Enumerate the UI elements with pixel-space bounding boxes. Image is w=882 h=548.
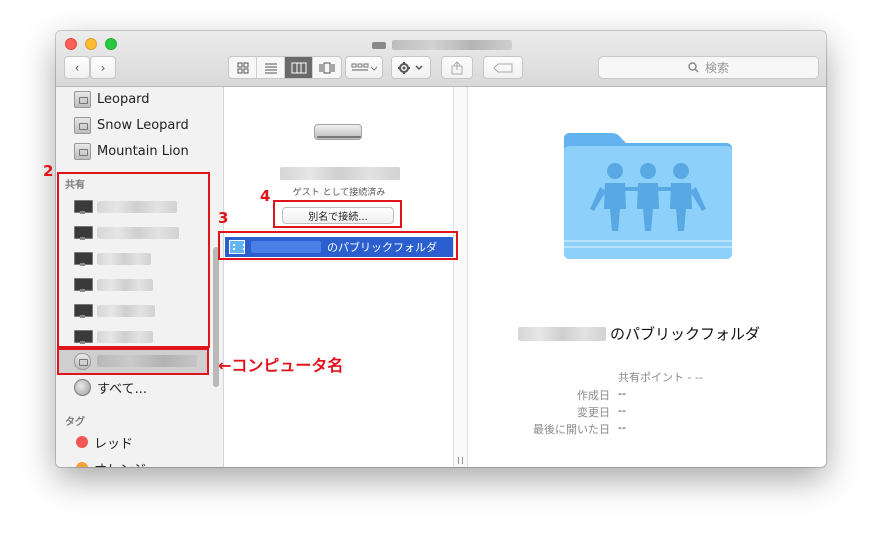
column-view-icon[interactable]: [285, 57, 313, 78]
sidebar-item-all[interactable]: すべて...: [74, 377, 147, 397]
annotation-label-4: 4: [260, 187, 271, 205]
modified-value: --: [618, 404, 626, 417]
sidebar-item-snow-leopard[interactable]: Snow Leopard: [74, 115, 189, 135]
close-button[interactable]: [65, 38, 77, 50]
window-title: [372, 38, 512, 52]
title-bar: ‹ › 検索: [56, 31, 826, 87]
sidebar-item-label: Mountain Lion: [97, 143, 189, 159]
hard-drive-icon: [74, 90, 91, 108]
globe-icon: [74, 378, 91, 396]
last-opened-label: 最後に開いた日: [533, 423, 610, 436]
sidebar-item-tag-orange[interactable]: オレンジ: [76, 458, 146, 467]
preview-folder-title: のパブリックフォルダ: [610, 325, 761, 343]
sidebar-item-mountain-lion[interactable]: Mountain Lion: [74, 141, 189, 161]
share-button[interactable]: [441, 56, 473, 79]
sidebar-item-label: オレンジ: [94, 459, 146, 468]
arrange-icon: [351, 63, 377, 71]
tag-button[interactable]: [483, 56, 523, 79]
preview-metadata: 共有ポイント - -- 作成日 -- 変更日 -- 最後に開いた日 --: [468, 369, 826, 449]
forward-button[interactable]: ›: [90, 56, 116, 79]
annotation-box-alias-button: [273, 200, 402, 228]
window-title-blurred: [392, 40, 512, 50]
icon-view-icon[interactable]: [229, 57, 257, 78]
sidebar-item-label: Leopard: [97, 91, 150, 107]
hard-drive-icon: [74, 142, 91, 160]
column-resize-strip: [454, 87, 468, 467]
shared-folder-icon: [564, 133, 732, 259]
created-label: 作成日: [577, 389, 610, 402]
coverflow-view-icon[interactable]: [313, 57, 341, 78]
created-value: --: [618, 387, 626, 400]
sidebar-item-tag-red[interactable]: レッド: [76, 432, 133, 452]
annotation-box-computer: [57, 348, 209, 375]
sidebar-item-label: Snow Leopard: [97, 117, 189, 133]
back-button[interactable]: ‹: [64, 56, 90, 79]
mac-mini-icon: [314, 124, 362, 140]
view-mode-control: [228, 56, 342, 79]
last-opened-value: --: [618, 421, 626, 434]
shared-point-text: 共有ポイント - --: [618, 371, 703, 384]
browser-column: ゲスト として接続済み 別名で接続... のパブリックフォルダ: [224, 87, 454, 467]
list-view-icon[interactable]: [257, 57, 285, 78]
preview-folder-name: のパブリックフォルダ: [518, 323, 818, 344]
guest-connected-text: ゲスト として接続済み: [292, 188, 386, 198]
annotation-label-2: 2: [43, 162, 54, 180]
gear-icon: [398, 61, 423, 74]
sidebar-item-label: すべて...: [97, 381, 147, 397]
share-icon: [451, 60, 463, 74]
red-tag-dot-icon: [76, 436, 88, 448]
forward-chevron-icon: ›: [100, 60, 106, 75]
preview-pane: のパブリックフォルダ 共有ポイント - -- 作成日 -- 変更日 -- 最後に…: [468, 87, 826, 467]
drive-icon: [372, 41, 386, 49]
search-icon: [688, 62, 699, 73]
back-chevron-icon: ‹: [74, 60, 80, 75]
column-resize-handle[interactable]: [458, 457, 463, 464]
blurred-server-name: [280, 167, 400, 180]
orange-tag-dot-icon: [76, 462, 88, 467]
sidebar-item-leopard[interactable]: Leopard: [74, 89, 150, 109]
annotation-computer-name: ←コンピュータ名: [218, 356, 344, 375]
annotation-box-shared-list: [57, 172, 210, 348]
search-placeholder: 検索: [704, 61, 729, 75]
minimize-button[interactable]: [85, 38, 97, 50]
blurred-owner-name: [518, 326, 606, 341]
action-button[interactable]: [391, 56, 431, 79]
search-field[interactable]: 検索: [598, 56, 819, 79]
sidebar-item-label: レッド: [94, 436, 134, 452]
tags-section-header: タグ: [65, 417, 85, 428]
hard-drive-icon: [74, 116, 91, 134]
annotation-label-3: 3: [218, 209, 229, 227]
annotation-box-public-folder: [218, 231, 458, 260]
modified-label: 変更日: [577, 406, 610, 419]
arrange-button[interactable]: [345, 56, 383, 79]
tag-icon: [493, 63, 513, 72]
zoom-button[interactable]: [105, 38, 117, 50]
